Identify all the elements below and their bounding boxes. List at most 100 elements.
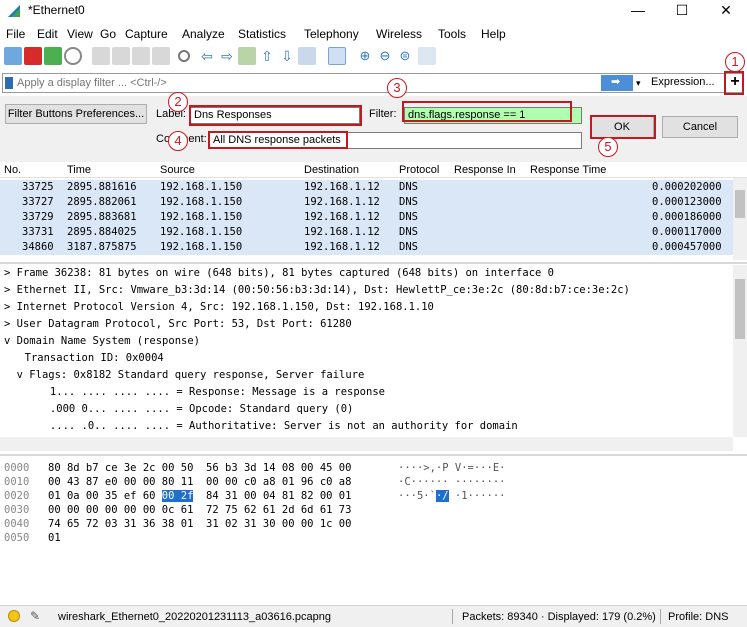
bookmark-icon[interactable] xyxy=(5,77,13,89)
packet-list-scrollbar[interactable] xyxy=(733,178,747,260)
detail-line[interactable]: > Frame 36238: 81 bytes on wire (648 bit… xyxy=(4,265,554,282)
detail-line[interactable]: v Flags: 0x8182 Standard query response,… xyxy=(4,367,365,384)
menu-view[interactable]: View xyxy=(67,27,93,41)
last-packet-icon[interactable]: ⇩ xyxy=(278,47,296,65)
menu-wireless[interactable]: Wireless xyxy=(376,27,422,41)
packet-row[interactable]: 33727 2895.882061 192.168.1.150 192.168.… xyxy=(0,195,733,210)
stop-capture-icon[interactable] xyxy=(24,47,42,65)
zoom-out-icon[interactable]: ⊖ xyxy=(376,47,394,65)
cancel-button[interactable]: Cancel xyxy=(662,116,738,138)
details-scrollbar[interactable] xyxy=(733,265,747,437)
zoom-in-icon[interactable]: ⊕ xyxy=(356,47,374,65)
capture-comment-icon[interactable]: ✎ xyxy=(30,609,40,623)
expression-button[interactable]: Expression... xyxy=(651,76,715,88)
col-protocol[interactable]: Protocol xyxy=(399,164,439,176)
hex-bytes[interactable]: 00 00 00 00 00 00 0c 61 72 75 62 61 2d 6… xyxy=(48,503,351,518)
col-no[interactable]: No. xyxy=(4,164,21,176)
col-source[interactable]: Source xyxy=(160,164,195,176)
row-no: 34860 xyxy=(22,241,54,253)
go-forward-icon[interactable]: ⇨ xyxy=(218,47,236,65)
close-button[interactable]: ✕ xyxy=(708,0,744,22)
packet-row[interactable]: 34860 3187.875875 192.168.1.150 192.168.… xyxy=(0,240,733,255)
title-bar: *Ethernet0 — ☐ ✕ xyxy=(0,0,747,22)
display-filter-bar: ➡ ▾ Expression... + xyxy=(2,73,744,93)
row-time: 2895.884025 xyxy=(67,226,137,238)
shark-fin-start-icon[interactable] xyxy=(4,47,22,65)
detail-line[interactable]: > Ethernet II, Src: Vmware_b3:3d:14 (00:… xyxy=(4,282,630,299)
col-response-in[interactable]: Response In xyxy=(454,164,516,176)
reload-file-icon[interactable] xyxy=(152,47,170,65)
maximize-button[interactable]: ☐ xyxy=(664,0,700,22)
packet-row[interactable]: 33731 2895.884025 192.168.1.150 192.168.… xyxy=(0,225,733,240)
hex-offset: 0000 xyxy=(4,462,30,474)
close-file-icon[interactable] xyxy=(132,47,150,65)
highlight-box-ok xyxy=(590,115,656,139)
filter-caption: Filter: xyxy=(369,108,397,120)
colorize-icon[interactable] xyxy=(328,47,346,65)
minimize-button[interactable]: — xyxy=(620,0,656,22)
profile-label[interactable]: Profile: DNS xyxy=(668,611,729,623)
filter-buttons-preferences-button[interactable]: Filter Buttons Preferences... xyxy=(5,104,147,124)
hex-bytes[interactable]: 01 xyxy=(48,531,61,546)
packet-row[interactable]: 33725 2895.881616 192.168.1.150 192.168.… xyxy=(0,180,733,195)
resize-columns-icon[interactable] xyxy=(418,47,436,65)
annotation-2: 2 xyxy=(168,92,188,112)
row-destination: 192.168.1.12 xyxy=(304,181,380,193)
save-file-icon[interactable] xyxy=(112,47,130,65)
hex-ascii[interactable]: ····>,·P V·=···E· xyxy=(398,461,505,476)
window-title: *Ethernet0 xyxy=(28,3,85,17)
menu-capture[interactable]: Capture xyxy=(125,27,168,41)
packet-row[interactable]: 33729 2895.883681 192.168.1.150 192.168.… xyxy=(0,210,733,225)
row-no: 33729 xyxy=(22,211,54,223)
hex-ascii[interactable]: ···5·`·/ ·1······ xyxy=(398,489,506,504)
highlight-box-filter xyxy=(402,101,572,122)
detail-line[interactable]: > Internet Protocol Version 4, Src: 192.… xyxy=(4,299,434,316)
zoom-normal-icon[interactable]: ⊜ xyxy=(396,47,414,65)
pane-divider[interactable] xyxy=(0,262,747,264)
menu-go[interactable]: Go xyxy=(100,27,116,41)
apply-filter-arrow-icon[interactable]: ➡ xyxy=(601,75,633,91)
capture-options-icon[interactable] xyxy=(64,47,82,65)
row-protocol: DNS xyxy=(399,241,418,253)
first-packet-icon[interactable]: ⇧ xyxy=(258,47,276,65)
find-packet-icon[interactable] xyxy=(178,50,190,62)
detail-line[interactable]: v Domain Name System (response) xyxy=(4,333,200,350)
details-hscrollbar[interactable] xyxy=(0,437,733,451)
highlight-box-label xyxy=(189,105,362,126)
annotation-3: 3 xyxy=(387,78,407,98)
restart-capture-icon[interactable] xyxy=(44,47,62,65)
row-time: 3187.875875 xyxy=(67,241,137,253)
hex-bytes[interactable]: 80 8d b7 ce 3e 2c 00 50 56 b3 3d 14 08 0… xyxy=(48,461,351,476)
hex-bytes[interactable]: 01 0a 00 35 ef 60 00 2f 84 31 00 04 81 8… xyxy=(48,489,351,504)
detail-line[interactable]: .000 0... .... .... = Opcode: Standard q… xyxy=(12,401,353,418)
pane-divider[interactable] xyxy=(0,454,747,456)
menu-file[interactable]: File xyxy=(6,27,25,41)
open-file-icon[interactable] xyxy=(92,47,110,65)
filter-dropdown-icon[interactable]: ▾ xyxy=(636,75,648,91)
go-back-icon[interactable]: ⇦ xyxy=(198,47,216,65)
col-time[interactable]: Time xyxy=(67,164,91,176)
hex-bytes[interactable]: 00 43 87 e0 00 00 80 11 00 00 c0 a8 01 9… xyxy=(48,475,351,490)
display-filter-input[interactable] xyxy=(17,75,597,91)
col-response-time[interactable]: Response Time xyxy=(530,164,606,176)
hex-offset: 0050 xyxy=(4,532,30,544)
menu-telephony[interactable]: Telephony xyxy=(304,27,359,41)
detail-line[interactable]: > User Datagram Protocol, Src Port: 53, … xyxy=(4,316,352,333)
annotation-4: 4 xyxy=(168,131,188,151)
menu-help[interactable]: Help xyxy=(481,27,506,41)
go-to-packet-icon[interactable] xyxy=(238,47,256,65)
detail-line[interactable]: 1... .... .... .... = Response: Message … xyxy=(12,384,385,401)
menu-tools[interactable]: Tools xyxy=(438,27,466,41)
menu-statistics[interactable]: Statistics xyxy=(238,27,286,41)
packet-counts: Packets: 89340 · Displayed: 179 (0.2%) xyxy=(462,611,656,623)
hex-ascii[interactable]: ·C······ ········ xyxy=(398,475,505,490)
hex-bytes[interactable]: 74 65 72 03 31 36 38 01 31 02 31 30 00 0… xyxy=(48,517,351,532)
annotation-1: 1 xyxy=(725,52,745,72)
autoscroll-icon[interactable] xyxy=(298,47,316,65)
detail-line[interactable]: .... .0.. .... .... = Authoritative: Ser… xyxy=(12,418,518,435)
col-destination[interactable]: Destination xyxy=(304,164,359,176)
menu-analyze[interactable]: Analyze xyxy=(182,27,225,41)
expert-info-icon[interactable] xyxy=(8,610,20,622)
menu-edit[interactable]: Edit xyxy=(37,27,58,41)
detail-line[interactable]: Transaction ID: 0x0004 xyxy=(12,350,164,367)
